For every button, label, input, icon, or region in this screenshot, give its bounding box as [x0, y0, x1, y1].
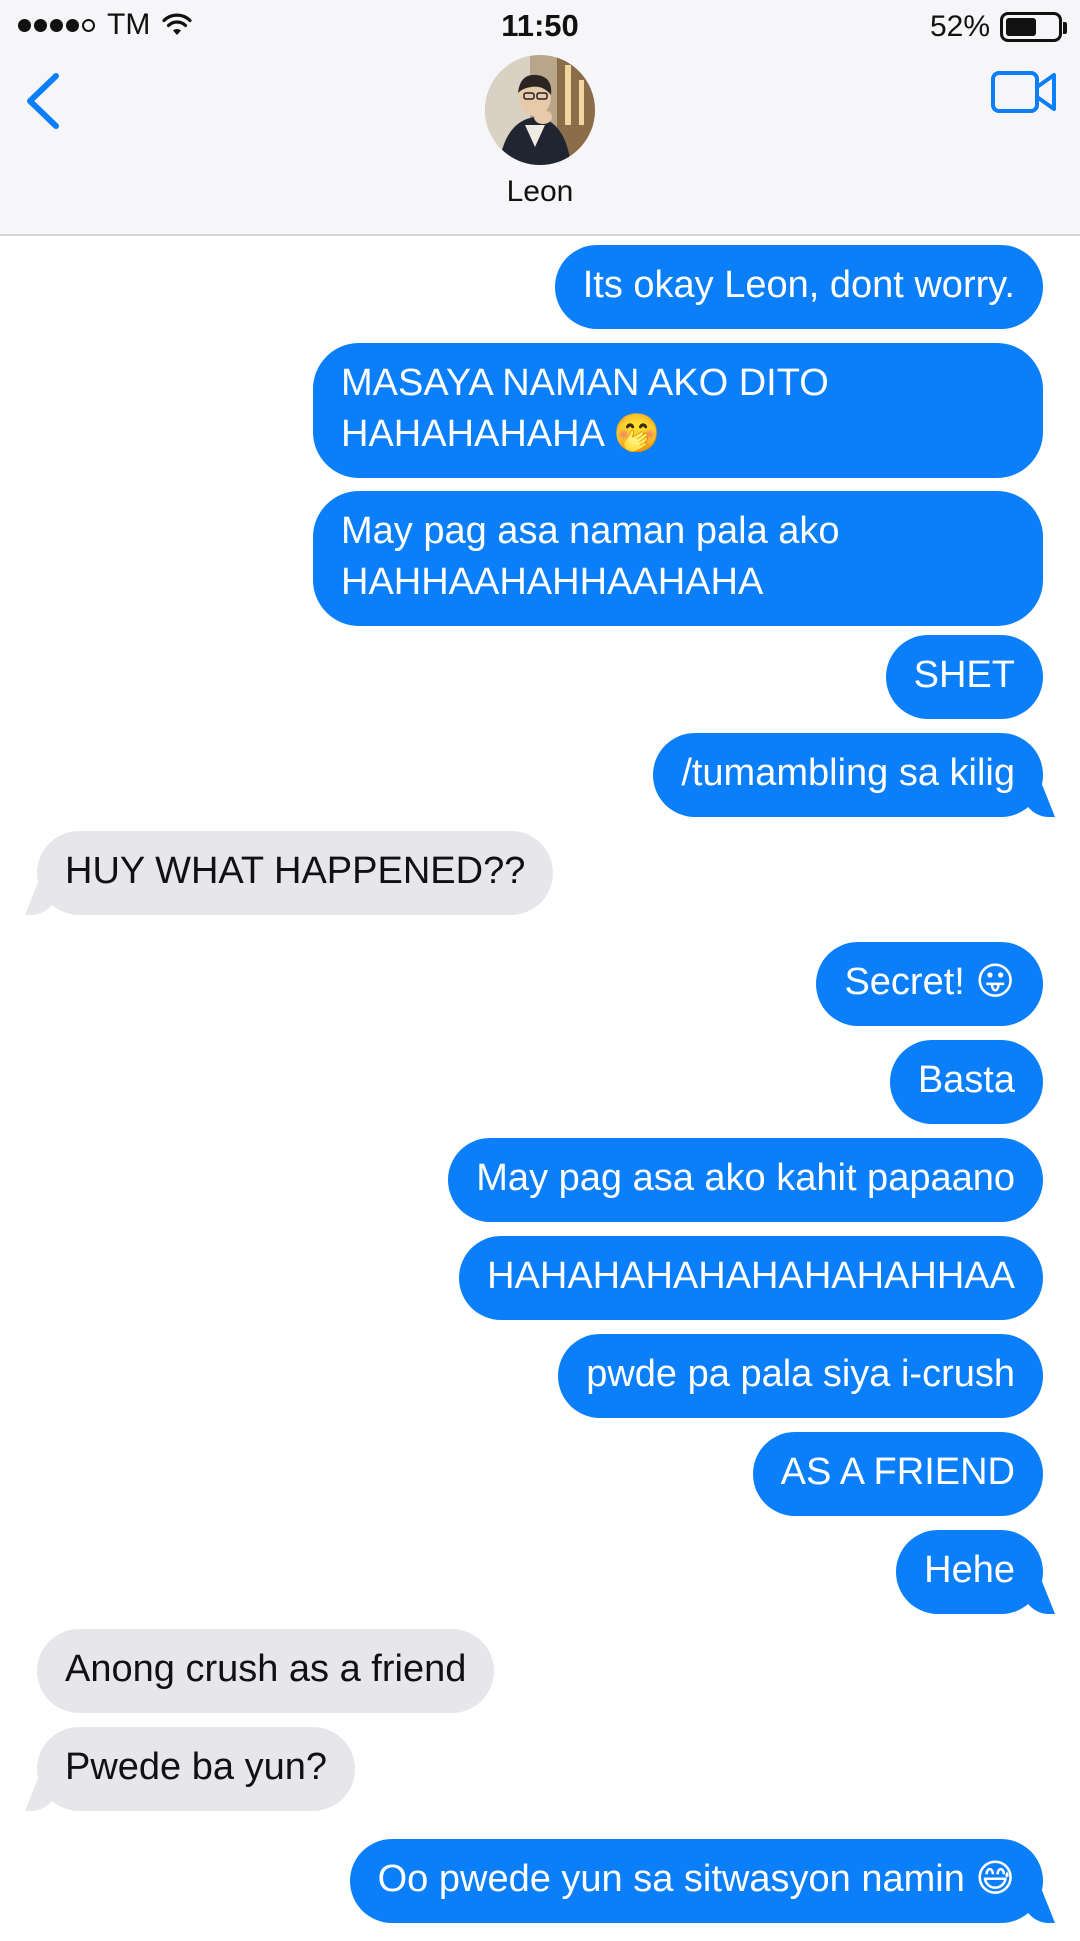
message-bubble[interactable]: pwde pa pala siya i-crush: [558, 1334, 1043, 1418]
message-bubble[interactable]: Secret! 😛: [816, 942, 1043, 1026]
sent-message[interactable]: /tumambling sa kilig: [0, 733, 1080, 817]
received-message[interactable]: Pwede ba yun?: [0, 1727, 1080, 1811]
sent-message[interactable]: Hehe: [0, 1530, 1080, 1614]
message-bubble[interactable]: Hehe: [896, 1530, 1043, 1614]
battery-icon: [1000, 12, 1067, 42]
message-bubble[interactable]: HAHAHAHAHAHAHAHAHHAA: [459, 1236, 1043, 1320]
sent-message[interactable]: AS A FRIEND: [0, 1432, 1080, 1516]
sent-message[interactable]: Secret! 😛: [0, 942, 1080, 1026]
status-time: 11:50: [501, 8, 579, 43]
battery-level: [1006, 18, 1036, 36]
sent-message[interactable]: May pag asa naman pala ako HAHHAAHAHHAAH…: [0, 491, 1080, 626]
video-camera-icon[interactable]: [990, 68, 1058, 116]
status-bar-right: 52%: [929, 10, 1067, 44]
message-bubble[interactable]: Pwede ba yun?: [37, 1727, 355, 1811]
message-bubble[interactable]: AS A FRIEND: [752, 1432, 1043, 1516]
message-bubble[interactable]: MASAYA NAMAN AKO DITO HAHAHAHAHA 🤭: [313, 343, 1043, 478]
received-message[interactable]: HUY WHAT HAPPENED??: [0, 831, 1080, 915]
battery-percentage: 52%: [929, 10, 990, 43]
sent-message[interactable]: pwde pa pala siya i-crush: [0, 1334, 1080, 1418]
message-bubble[interactable]: May pag asa naman pala ako HAHHAAHAHHAAH…: [313, 491, 1043, 626]
message-bubble[interactable]: Its okay Leon, dont worry.: [554, 245, 1043, 329]
sent-message[interactable]: MASAYA NAMAN AKO DITO HAHAHAHAHA 🤭: [0, 343, 1080, 478]
avatar[interactable]: [485, 55, 595, 165]
sent-message[interactable]: SHET: [0, 635, 1080, 719]
message-bubble[interactable]: SHET: [885, 635, 1043, 719]
sent-message[interactable]: Basta: [0, 1040, 1080, 1124]
message-bubble[interactable]: May pag asa ako kahit papaano: [448, 1138, 1043, 1222]
received-message[interactable]: Anong crush as a friend: [0, 1629, 1080, 1713]
message-bubble[interactable]: Anong crush as a friend: [37, 1629, 495, 1713]
message-bubble[interactable]: Basta: [889, 1040, 1043, 1124]
sent-message[interactable]: May pag asa ako kahit papaano: [0, 1138, 1080, 1222]
contact-name[interactable]: Leon: [0, 175, 1080, 209]
sent-message[interactable]: Oo pwede yun sa sitwasyon namin 😅: [0, 1839, 1080, 1923]
message-bubble[interactable]: HUY WHAT HAPPENED??: [37, 831, 554, 915]
message-bubble[interactable]: Oo pwede yun sa sitwasyon namin 😅: [349, 1839, 1043, 1923]
message-bubble[interactable]: /tumambling sa kilig: [653, 733, 1043, 817]
chevron-left-icon[interactable]: [18, 70, 68, 132]
sent-message[interactable]: Its okay Leon, dont worry.: [0, 245, 1080, 329]
navigation-header: TM 11:50 52% Leon: [0, 0, 1080, 236]
sent-message[interactable]: HAHAHAHAHAHAHAHAHHAA: [0, 1236, 1080, 1320]
